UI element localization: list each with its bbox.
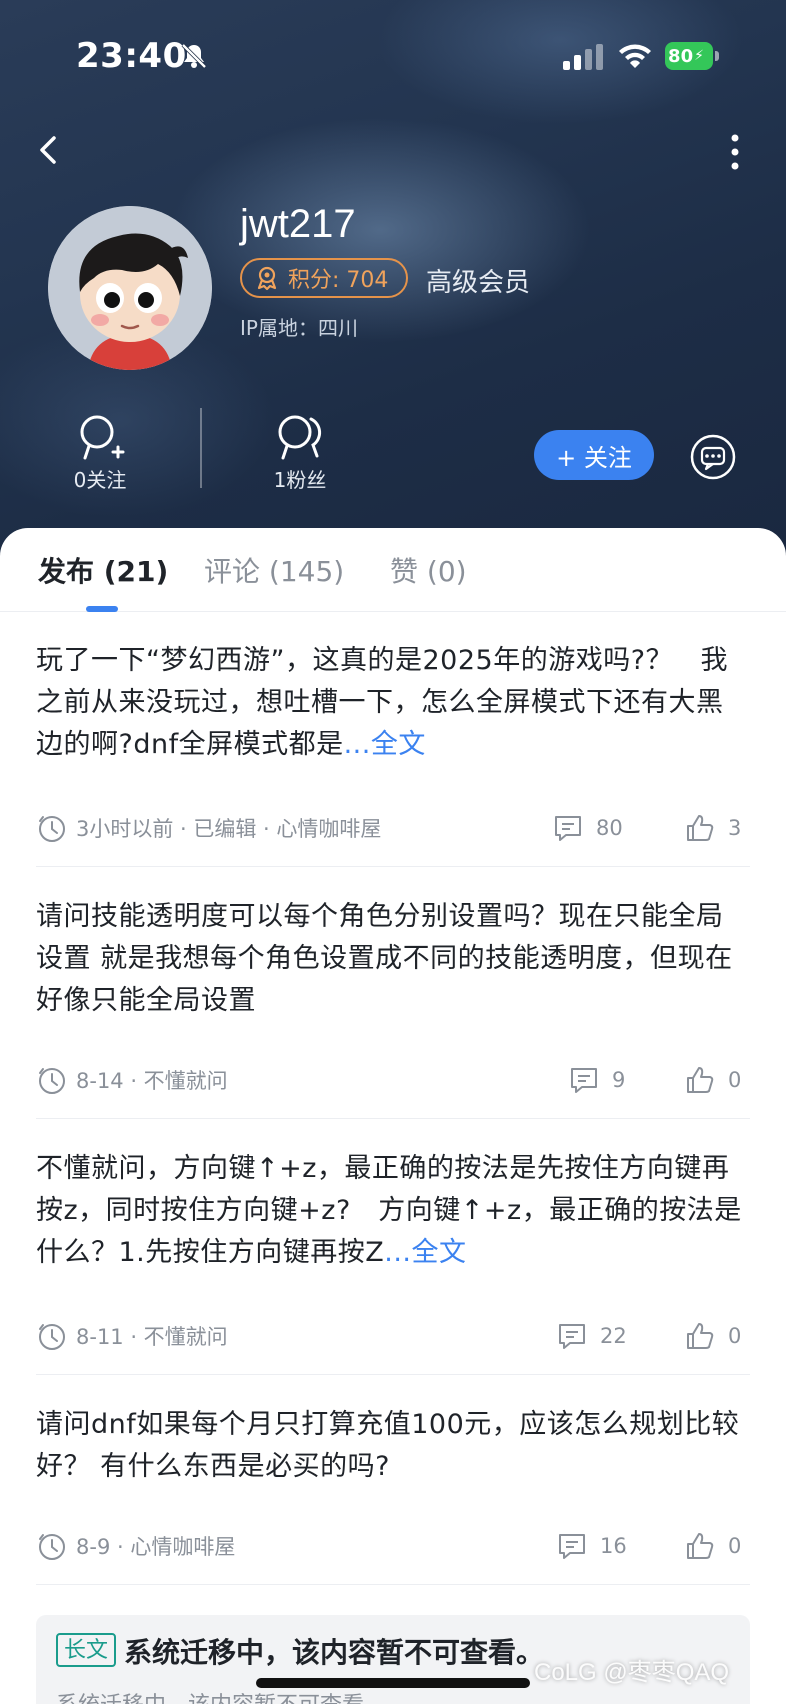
status-bar: 23:40 80 ⚡ (0, 0, 786, 120)
like-count[interactable]: 0 (684, 1060, 741, 1100)
clock-icon (39, 1324, 65, 1350)
post-item[interactable]: 请问dnf如果每个月只打算充值100元，应该怎么规划比较好？ 有什么东西是必买的… (36, 1404, 750, 1585)
tab-comments[interactable]: 评论 (145) (204, 550, 344, 590)
message-icon[interactable] (690, 434, 736, 480)
tab-posts[interactable]: 发布 (21) (38, 550, 168, 590)
post-meta: 8-14 · 不懂就问 9 0 (36, 1060, 750, 1100)
post-divider (36, 866, 750, 867)
like-count-value: 0 (728, 1068, 742, 1092)
thumbs-up-icon (687, 1067, 714, 1093)
post-meta: 3小时以前 · 已编辑 · 心情咖啡屋 80 3 (36, 808, 750, 848)
post-text[interactable]: 玩了一下“梦幻西游”，这真的是2025年的游戏吗?？ 我之前从来没玩过，想吐槽一… (36, 640, 750, 766)
post-text[interactable]: 请问技能透明度可以每个角色分别设置吗？现在只能全局设置 就是我想每个角色设置成不… (36, 896, 750, 1022)
post-meta-text: 3小时以前 · 已编辑 · 心情咖啡屋 (76, 817, 382, 841)
clock-icon (39, 1068, 65, 1094)
username: jwt217 (240, 202, 356, 246)
thumbs-up-icon (687, 1533, 714, 1559)
member-level: 高级会员 (426, 268, 531, 298)
like-count[interactable]: 0 (684, 1526, 741, 1566)
post-divider (36, 1118, 750, 1119)
comment-icon (559, 1324, 585, 1349)
followers-label: 1粉丝 (273, 468, 327, 492)
long-post-tag: 长文 (56, 1633, 117, 1667)
medal-icon (257, 266, 277, 291)
post-meta: 8-11 · 不懂就问 22 0 (36, 1316, 750, 1356)
post-text[interactable]: 请问dnf如果每个月只打算充值100元，应该怎么规划比较好？ 有什么东西是必买的… (36, 1404, 750, 1488)
status-time: 23:40 (76, 36, 187, 76)
comment-count[interactable]: 16 (556, 1526, 627, 1566)
like-count-value: 0 (728, 1324, 742, 1348)
follow-button[interactable]: + 关注 (534, 430, 654, 480)
comment-count-value: 22 (600, 1324, 627, 1348)
followers-stat[interactable]: 1粉丝 (240, 412, 360, 493)
cellular-signal-icon (563, 44, 603, 70)
following-icon (80, 415, 125, 460)
battery-charging-icon: 80 ⚡ (665, 42, 719, 70)
followers-icon (278, 415, 322, 460)
points-badge[interactable]: 积分: 704 (240, 258, 408, 298)
post-meta: 8-9 · 心情咖啡屋 16 0 (36, 1526, 750, 1566)
like-count-value: 0 (728, 1534, 742, 1558)
avatar[interactable] (48, 206, 212, 370)
read-more-link[interactable]: ...全文 (384, 1237, 466, 1268)
comment-icon (555, 816, 581, 841)
wifi-icon (619, 44, 651, 68)
thumbs-up-icon (687, 815, 714, 841)
tab-bar: 发布 (21) 评论 (145) 赞 (0) (0, 528, 786, 612)
comment-count-value: 9 (612, 1068, 626, 1092)
read-more-link[interactable]: ...全文 (344, 729, 426, 760)
post-body: 请问技能透明度可以每个角色分别设置吗？现在只能全局设置 就是我想每个角色设置成不… (36, 901, 733, 1016)
following-label: 0关注 (73, 468, 127, 492)
points-label: 积分: 704 (288, 268, 389, 293)
comment-count-value: 80 (596, 816, 623, 840)
more-options-icon[interactable] (720, 130, 750, 174)
post-body: 请问dnf如果每个月只打算充值100元，应该怎么规划比较好？ 有什么东西是必买的… (36, 1409, 740, 1482)
comment-icon (571, 1068, 597, 1093)
ip-location: IP属地：四川 (240, 316, 358, 340)
comment-count[interactable]: 80 (552, 808, 623, 848)
stat-divider (200, 408, 202, 488)
following-stat[interactable]: 0关注 (40, 412, 160, 493)
post-item[interactable]: 请问技能透明度可以每个角色分别设置吗？现在只能全局设置 就是我想每个角色设置成不… (36, 896, 750, 1119)
clock-icon (39, 1534, 65, 1560)
battery-level: 80 (668, 45, 694, 67)
like-count[interactable]: 0 (684, 1316, 741, 1356)
profile-header: 23:40 80 ⚡ jwt217 积分: 704 高级会员 IP属地：四川 0… (0, 0, 786, 560)
comment-count-value: 16 (600, 1534, 627, 1558)
post-item[interactable]: 不懂就问，方向键↑+z，最正确的按法是先按住方向键再按z，同时按住方向键+z? … (36, 1148, 750, 1375)
tab-likes[interactable]: 赞 (0) (390, 550, 467, 590)
long-post-subtitle: 系统迁移中，该内容暂不可查看 (56, 1687, 364, 1704)
post-divider (36, 1374, 750, 1375)
back-icon[interactable] (30, 130, 70, 170)
comment-icon (559, 1534, 585, 1559)
thumbs-up-icon (687, 1323, 714, 1349)
post-meta-text: 8-14 · 不懂就问 (76, 1069, 228, 1093)
long-post-title: 系统迁移中，该内容暂不可查看。 (124, 1636, 545, 1669)
clock-icon (39, 816, 65, 842)
post-divider (36, 1584, 750, 1585)
comment-count[interactable]: 9 (568, 1060, 625, 1100)
bell-off-icon (181, 43, 207, 69)
post-item[interactable]: 玩了一下“梦幻西游”，这真的是2025年的游戏吗?？ 我之前从来没玩过，想吐槽一… (36, 640, 750, 867)
post-meta-text: 8-9 · 心情咖啡屋 (76, 1535, 236, 1559)
like-count[interactable]: 3 (684, 808, 741, 848)
post-text[interactable]: 不懂就问，方向键↑+z，最正确的按法是先按住方向键再按z，同时按住方向键+z? … (36, 1148, 750, 1274)
home-indicator[interactable] (256, 1678, 530, 1688)
post-meta-text: 8-11 · 不懂就问 (76, 1325, 228, 1349)
like-count-value: 3 (728, 816, 742, 840)
watermark: CoLG @枣枣QAQ (534, 1659, 730, 1686)
comment-count[interactable]: 22 (556, 1316, 627, 1356)
tab-indicator (86, 606, 118, 612)
